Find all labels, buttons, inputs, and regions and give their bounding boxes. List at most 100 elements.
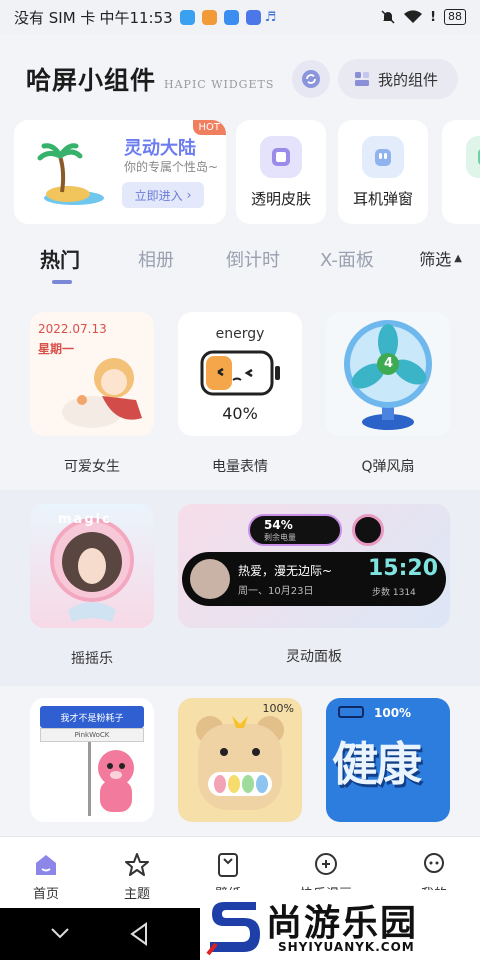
enter-now-label: 立即进入 [134,188,183,203]
nav-label: 首页 [32,887,59,902]
island-title: 灵动大陆 [124,138,196,159]
widget-label: Q弹风扇 [361,459,415,475]
watermark-text: 尚游乐园 [266,903,419,944]
notification-app-icon [179,9,195,25]
earphone-icon [362,136,404,178]
widget-card-shake[interactable]: magic [30,504,154,628]
nav-home[interactable]: 首页 [16,851,76,902]
widget-label: 灵动面板 [286,649,342,665]
battery-icon [338,706,364,718]
battery-pill: 54% 剩余电量 [248,514,342,546]
widget-card-q-fan[interactable]: 4 [326,312,450,436]
watermark-logo-icon [206,902,260,956]
transparent-skin-icon [260,136,302,178]
island-feature-card[interactable]: HOT 灵动大陆 你的专属个性岛~ 立即进入 › [14,120,226,224]
island-desc: 你的专属个性岛~ [124,160,219,174]
status-time: 中午11:53 [99,8,173,27]
image-icon [466,136,480,178]
widget-label: 摇摇乐 [71,651,113,667]
hot-badge: HOT [192,120,226,135]
tab-x-panel[interactable]: X-面板 [320,246,374,272]
island-icon [37,143,104,205]
wallpaper-icon [218,853,238,877]
theme-star-icon [125,853,149,876]
song-title: 热爱，漫无边际~ [238,564,333,578]
name-plate-text: PinkWoCK [74,731,110,739]
app-subtitle: HAPIC WIDGETS [164,77,275,91]
record-ring-icon [352,514,384,546]
bear-icon [196,716,284,810]
chevron-right-icon: › [186,188,192,202]
wifi-icon [404,10,423,23]
sign-text: 我才不是粉耗子 [60,713,124,724]
home-icon [36,855,56,875]
name-plate: PinkWoCK [40,728,144,742]
panel-battery-label: 剩余电量 [264,533,296,542]
chevron-down-icon[interactable] [50,926,70,940]
feature-label: 透明皮肤 [250,190,311,208]
health-percent: 100% [374,706,412,720]
filter-button[interactable]: 筛选 ▲ [419,246,462,270]
widget-card-health[interactable]: 100% 健康 [326,698,450,822]
category-tabs: 热门 相册 倒计时 X-面板 筛选 ▲ [0,240,480,290]
notification-app-icon [201,9,217,25]
feature-transparent-skin[interactable]: 透明皮肤 [236,120,326,224]
fan-icon [344,320,432,430]
sync-icon [301,70,320,88]
feature-row: HOT 灵动大陆 你的专属个性岛~ 立即进入 › 透明皮肤 耳机弹窗 图 [14,120,480,224]
tab-countdown[interactable]: 倒计时 [226,246,280,272]
magic-mirror-icon [50,518,134,622]
my-widgets-button[interactable]: 我的组件 [337,59,458,99]
mirror-text: magic [58,512,112,527]
widget-card-pink-mouse[interactable]: 我才不是粉耗子 PinkWoCK [30,698,154,822]
panel-time: 15:20 [368,556,439,581]
cute-girl-illustration [62,358,142,428]
fan-speed: 4 [384,356,394,371]
widget-label: 电量表情 [212,459,268,475]
tab-indicator [52,280,72,284]
system-nav-bar [0,908,200,960]
widget-card-bear[interactable]: 100% [178,698,302,822]
widget-card-cute-girl[interactable]: 2022.07.13 星期一 [30,312,154,436]
widget-date: 2022.07.13 [38,322,107,336]
widget-label: 可爱女生 [64,459,120,475]
feature-label: 耳机弹窗 [352,190,413,208]
alert-icon: ! [430,9,436,25]
panel-battery-pct: 54% [264,518,293,532]
notification-app-icon [223,9,239,25]
nav-label: 主题 [123,887,150,902]
widget-card-battery-emoji[interactable]: energy 40% [178,312,302,436]
app-title: 哈屏小组件 [26,66,157,95]
sync-button[interactable] [291,60,330,98]
status-bar: 没有 SIM 卡 中午11:53 ♬ ! 88 [0,0,480,34]
avatar [190,559,230,599]
enter-now-button[interactable]: 立即进入 › [122,182,204,208]
comic-icon [315,853,337,875]
health-text: 健康 [332,737,422,791]
panel-steps: 步数 1314 [372,588,416,598]
widget-battery-percent: 40% [222,404,258,423]
sign-board: 我才不是粉耗子 [40,706,144,728]
battery-face-icon [200,350,280,396]
widgets-icon [354,72,369,86]
notification-app-icon [245,9,261,25]
filter-label: 筛选 [419,250,452,269]
nav-theme[interactable]: 主题 [107,851,167,902]
panel-date: 周一、10月23日 [238,586,314,597]
tab-album[interactable]: 相册 [138,246,174,272]
widget-card-dynamic-panel[interactable]: 54% 剩余电量 热爱，漫无边际~ 周一、10月23日 15:20 步数 131… [178,504,450,628]
battery-indicator: 88 [444,9,466,25]
watermark: 尚游乐园 SHYIYUANYK.COM [200,890,480,960]
pink-beaver-icon [98,750,134,812]
app-header: 哈屏小组件 HAPIC WIDGETS 我的组件 [26,56,458,102]
carrier-text: 没有 SIM 卡 [14,8,96,27]
feature-earphone-popup[interactable]: 耳机弹窗 [338,120,428,224]
profile-icon [424,853,444,873]
music-icon: ♬ [264,9,277,25]
tab-hot[interactable]: 热门 [40,244,80,273]
back-triangle-icon[interactable] [128,922,150,946]
my-widgets-label: 我的组件 [377,70,438,89]
caret-up-icon: ▲ [454,252,462,264]
feature-image[interactable]: 图 [442,120,480,224]
widget-energy-title: energy [215,326,265,342]
